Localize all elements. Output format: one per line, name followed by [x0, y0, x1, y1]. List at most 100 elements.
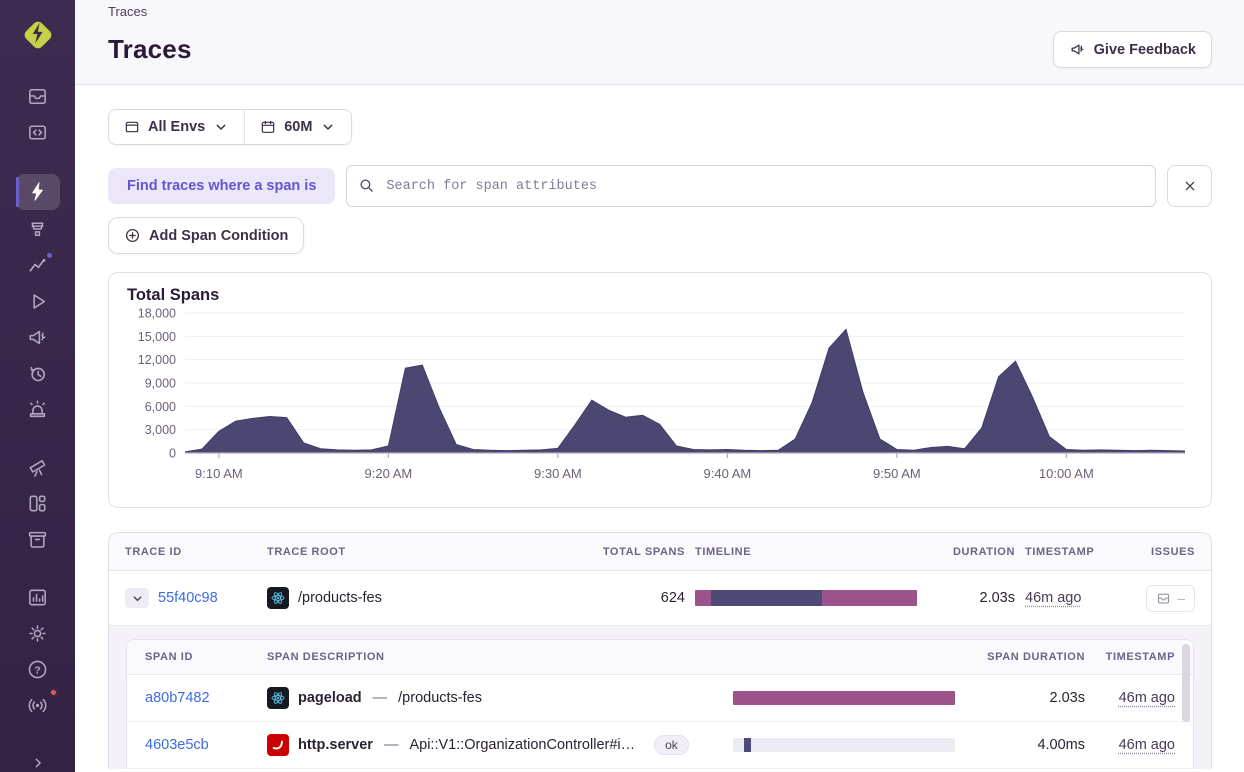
svg-text:9:30 AM: 9:30 AM — [534, 466, 582, 481]
trace-root-name[interactable]: /products-fes — [298, 590, 382, 606]
profiling-icon[interactable] — [16, 213, 60, 246]
environment-filter-label: All Envs — [148, 119, 205, 135]
col-trace-id: Trace ID — [125, 546, 257, 558]
crons-icon[interactable] — [16, 357, 60, 390]
span-status-badge: ok — [654, 735, 689, 755]
col-timeline: Timeline — [695, 546, 917, 558]
time-range-filter-label: 60M — [284, 119, 312, 135]
separator: — — [382, 737, 401, 753]
collapse-sidebar-icon[interactable] — [18, 749, 58, 772]
span-description: /products-fes — [398, 690, 482, 706]
traces-table: Trace ID Trace Root Total Spans Timeline… — [108, 532, 1212, 769]
issues-icon — [1156, 591, 1171, 606]
span-id-link[interactable]: a80b7482 — [145, 690, 210, 706]
add-span-condition-label: Add Span Condition — [149, 228, 288, 244]
col-total-spans: Total Spans — [603, 546, 685, 558]
svg-text:12,000: 12,000 — [138, 353, 176, 367]
insights-icon[interactable] — [16, 249, 60, 282]
stats-icon[interactable] — [16, 581, 60, 614]
col-span-description: Span Description — [267, 651, 723, 663]
ruby-platform-icon — [267, 734, 289, 756]
svg-text:0: 0 — [169, 447, 176, 461]
plus-circle-icon — [124, 227, 141, 244]
spans-table-header: Span ID Span Description Span Duration T… — [127, 640, 1193, 675]
feedback-icon[interactable] — [16, 321, 60, 354]
trace-duration: 2.03s — [980, 590, 1015, 606]
trace-timestamp-link[interactable]: 46m ago — [1025, 590, 1081, 606]
traces-icon[interactable] — [16, 174, 60, 210]
window-icon — [124, 119, 140, 135]
search-icon — [358, 177, 375, 194]
add-span-condition-button[interactable]: Add Span Condition — [108, 217, 304, 254]
spans-scrollbar[interactable] — [1182, 644, 1190, 769]
search-box — [346, 165, 1156, 207]
svg-text:9,000: 9,000 — [145, 377, 176, 391]
broadcasts-notification-dot — [49, 688, 58, 697]
span-duration: 4.00ms — [1037, 737, 1085, 753]
col-issues: Issues — [1151, 546, 1195, 558]
dashboards-icon[interactable] — [16, 487, 60, 520]
span-search-row: Find traces where a span is — [108, 165, 1212, 207]
sidebar: ? — [0, 0, 75, 772]
give-feedback-label: Give Feedback — [1094, 42, 1196, 58]
svg-text:?: ? — [34, 664, 40, 676]
collapse-row-button[interactable] — [125, 588, 149, 608]
discover-icon[interactable] — [16, 451, 60, 484]
help-icon[interactable]: ? — [16, 653, 60, 686]
org-avatar-logo[interactable] — [17, 14, 59, 56]
chart-title: Total Spans — [127, 286, 1193, 305]
calendar-icon — [260, 119, 276, 135]
environment-filter-button[interactable]: All Envs — [109, 110, 244, 144]
insights-notification-dot — [45, 251, 54, 260]
svg-text:3,000: 3,000 — [145, 423, 176, 437]
settings-icon[interactable] — [16, 617, 60, 650]
svg-text:15,000: 15,000 — [138, 330, 176, 344]
page-title: Traces — [108, 34, 192, 65]
span-duration-bar — [733, 738, 955, 752]
trace-row: 55f40c98 /products-fes 624 2.03s 46m ago — [109, 571, 1211, 625]
breadcrumb[interactable]: Traces — [108, 4, 1212, 19]
span-duration-bar — [733, 691, 955, 705]
time-range-filter-button[interactable]: 60M — [245, 110, 351, 144]
trace-issues-chip[interactable]: – — [1146, 585, 1195, 612]
sidebar-bottom: ? — [16, 651, 60, 772]
releases-icon[interactable] — [16, 523, 60, 556]
total-spans-chart: 03,0006,0009,00012,00015,00018,0009:10 A… — [127, 305, 1193, 501]
chevron-down-icon — [131, 592, 144, 605]
main-area: Traces Traces Give Feedback All Envs — [75, 0, 1244, 772]
span-timestamp-link[interactable]: 46m ago — [1119, 690, 1175, 706]
col-trace-root: Trace Root — [267, 546, 555, 558]
total-spans-panel: Total Spans 03,0006,0009,00012,00015,000… — [108, 272, 1212, 508]
alerts-icon[interactable] — [16, 393, 60, 426]
trace-id-link[interactable]: 55f40c98 — [158, 590, 218, 606]
projects-icon[interactable] — [16, 116, 60, 149]
area-chart: 03,0006,0009,00012,00015,00018,0009:10 A… — [127, 305, 1193, 501]
separator: — — [371, 690, 390, 706]
filter-group: All Envs 60M — [108, 109, 352, 145]
span-id-link[interactable]: 4603e5cb — [145, 737, 209, 753]
traces-table-header: Trace ID Trace Root Total Spans Timeline… — [109, 533, 1211, 571]
issues-count: – — [1178, 591, 1185, 606]
find-traces-pill: Find traces where a span is — [108, 168, 335, 204]
span-timestamp-link[interactable]: 46m ago — [1119, 737, 1175, 753]
scrollbar-thumb[interactable] — [1182, 644, 1190, 722]
react-platform-icon — [267, 687, 289, 709]
svg-text:9:10 AM: 9:10 AM — [195, 466, 243, 481]
col-span-id: Span ID — [145, 651, 257, 663]
give-feedback-button[interactable]: Give Feedback — [1053, 31, 1212, 68]
sidebar-nav — [0, 78, 75, 651]
issues-icon[interactable] — [16, 80, 60, 113]
span-attributes-search-input[interactable] — [346, 165, 1156, 207]
total-spans-value: 624 — [661, 590, 685, 606]
react-platform-icon — [267, 587, 289, 609]
col-span-duration: Span Duration — [987, 651, 1085, 663]
replays-icon[interactable] — [16, 285, 60, 318]
content: All Envs 60M Find traces where a span is — [75, 85, 1244, 772]
close-icon — [1182, 178, 1198, 194]
clear-search-button[interactable] — [1167, 165, 1212, 207]
span-duration: 2.03s — [1050, 690, 1085, 706]
broadcasts-icon[interactable] — [16, 689, 60, 722]
svg-text:18,000: 18,000 — [138, 307, 176, 321]
svg-text:9:40 AM: 9:40 AM — [704, 466, 752, 481]
svg-text:10:00 AM: 10:00 AM — [1039, 466, 1094, 481]
